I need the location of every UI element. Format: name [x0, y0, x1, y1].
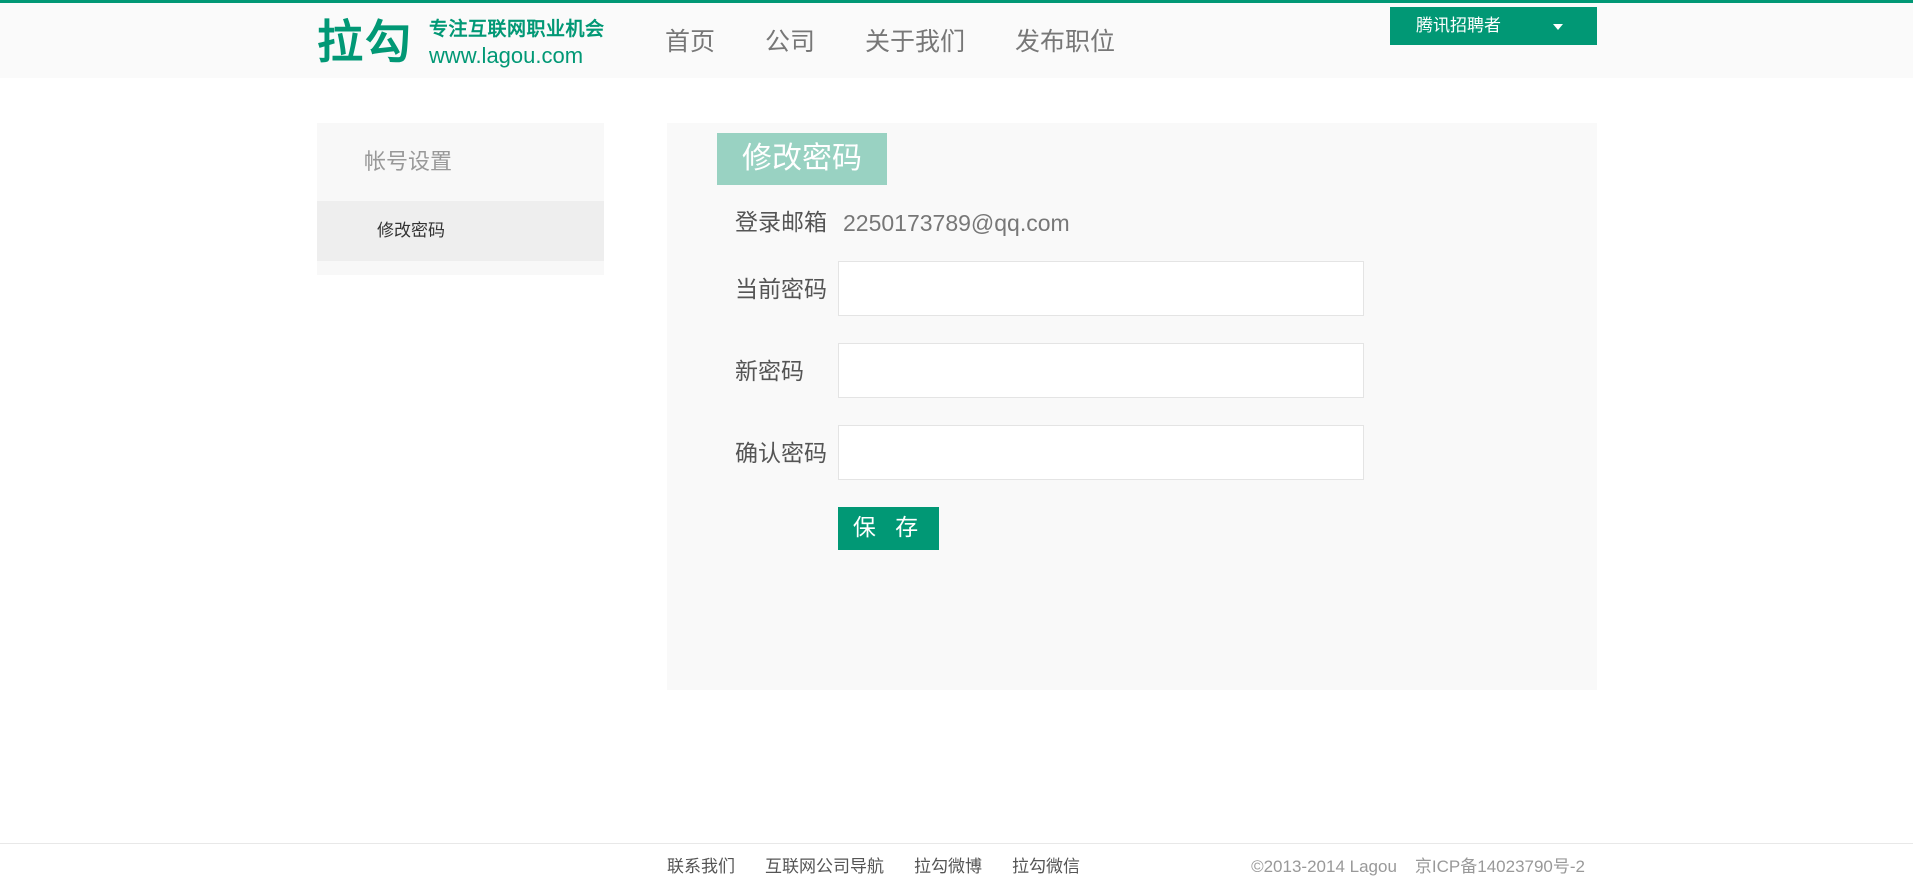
current-password-label: 当前密码 — [735, 277, 827, 303]
nav-post-job[interactable]: 发布职位 — [1015, 23, 1115, 63]
user-menu-label: 腾讯招聘者 — [1416, 16, 1501, 36]
icp-registration: 京ICP备14023790号-2 — [1414, 857, 1585, 876]
footer-link-wechat[interactable]: 拉勾微信 — [1012, 855, 1080, 879]
logo-tagline: 专注互联网职业机会 — [429, 18, 605, 40]
confirm-password-input[interactable] — [838, 425, 1364, 480]
email-label: 登录邮箱 — [735, 210, 827, 236]
page-title: 修改密码 — [717, 133, 887, 186]
new-password-input[interactable] — [838, 343, 1364, 398]
logo-wordmark: 拉勾 — [317, 15, 413, 69]
site-header: 拉勾 专注互联网职业机会 www.lagou.com 首页 公司 关于我们 发布… — [0, 3, 1913, 78]
confirm-password-label: 确认密码 — [735, 441, 827, 467]
sidebar-title: 帐号设置 — [364, 150, 453, 175]
footer-links: 联系我们 互联网公司导航 拉勾微博 拉勾微信 — [667, 855, 1110, 879]
logo-url: www.lagou.com — [429, 43, 584, 68]
save-button[interactable]: 保 存 — [838, 507, 939, 550]
new-password-label: 新密码 — [735, 359, 804, 385]
nav-home[interactable]: 首页 — [665, 23, 715, 63]
footer-link-contact-us[interactable]: 联系我们 — [667, 855, 735, 879]
nav-company[interactable]: 公司 — [765, 23, 815, 63]
recruiter-user-menu[interactable]: 腾讯招聘者 — [1390, 7, 1597, 45]
footer-link-weibo[interactable]: 拉勾微博 — [914, 855, 982, 879]
dropdown-caret-icon — [1553, 24, 1563, 30]
copyright-text: ©2013-2014 Lagou — [1251, 857, 1397, 876]
account-sidebar: 帐号设置 修改密码 — [317, 123, 604, 275]
nav-about-us[interactable]: 关于我们 — [865, 23, 965, 63]
sidebar-item-change-password[interactable]: 修改密码 — [317, 201, 604, 261]
footer-copyright: ©2013-2014 Lagou 京ICP备14023790号-2 — [1251, 855, 1585, 879]
footer-divider — [0, 843, 1913, 844]
email-value: 2250173789@qq.com — [843, 210, 1070, 236]
main-navigation: 首页 公司 关于我们 发布职位 — [665, 23, 1165, 63]
current-password-input[interactable] — [838, 261, 1364, 316]
footer-link-company-directory[interactable]: 互联网公司导航 — [765, 855, 884, 879]
account-settings-page: 拉勾 专注互联网职业机会 www.lagou.com 首页 公司 关于我们 发布… — [0, 0, 1913, 890]
site-logo[interactable]: 拉勾 专注互联网职业机会 www.lagou.com — [317, 15, 607, 75]
